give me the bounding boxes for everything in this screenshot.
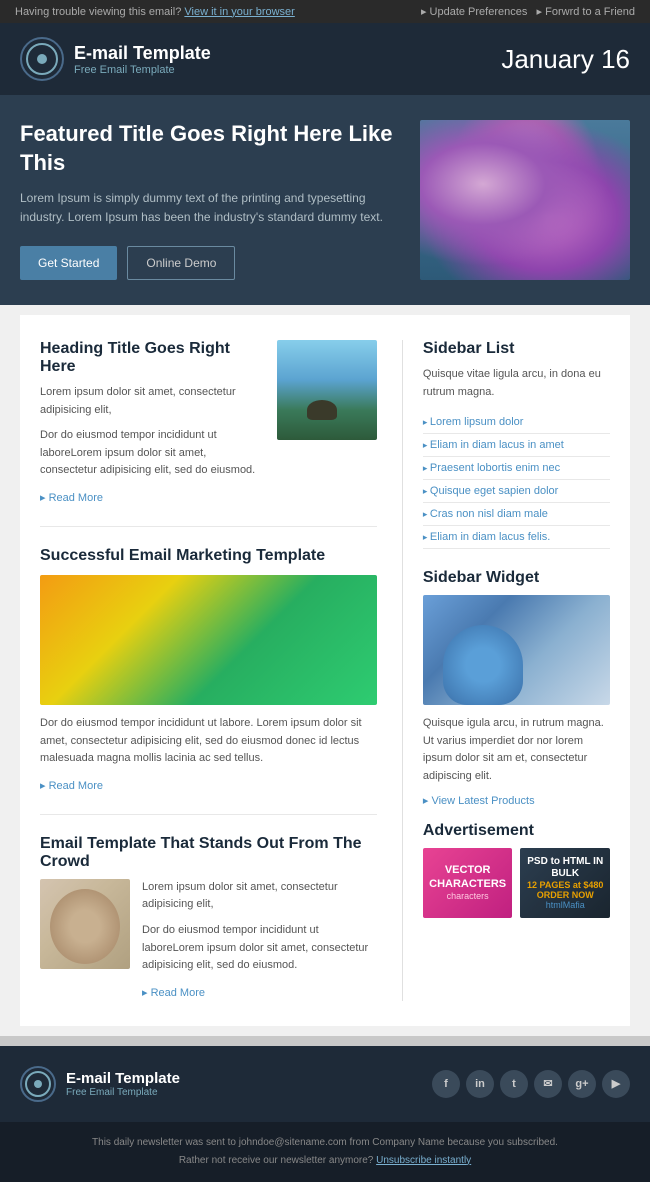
list-item-link-5[interactable]: Cras non nisl diam male [430, 508, 548, 520]
footer-main: E-mail Template Free Email Template f in… [0, 1046, 650, 1122]
spacer-bottom [0, 1026, 650, 1036]
hero-section: Featured Title Goes Right Here Like This… [0, 95, 650, 305]
ad-2-cta: ORDER NOW [537, 890, 594, 900]
social-facebook[interactable]: f [432, 1070, 460, 1098]
unsubscribe-link[interactable]: Unsubscribe instantly [376, 1155, 471, 1166]
article-1-image [277, 340, 377, 440]
footer-newsletter-text: This daily newsletter was sent to johndo… [92, 1137, 558, 1148]
article-1-bird-image [277, 340, 377, 440]
article-3-inner: Lorem ipsum dolor sit amet, consectetur … [40, 879, 377, 1001]
ad-banners: VECTOR CHARACTERS characters PSD to HTML… [423, 848, 610, 918]
two-col-layout: Heading Title Goes Right Here Lorem ipsu… [40, 340, 610, 1001]
trouble-text: Having trouble viewing this email? View … [15, 6, 295, 18]
article-1-title: Heading Title Goes Right Here [40, 340, 262, 376]
list-item: Praesent lobortis enim nec [423, 457, 610, 480]
ad-2-brand: htmlMafia [546, 900, 585, 910]
view-in-browser-link[interactable]: View it in your browser [184, 6, 294, 18]
social-googleplus[interactable]: g+ [568, 1070, 596, 1098]
logo-text: E-mail Template Free Email Template [74, 43, 211, 76]
hero-buttons: Get Started Online Demo [20, 246, 400, 280]
article-2-text: Dor do eiusmod tempor incididunt ut labo… [40, 715, 377, 768]
ad-banner-1[interactable]: VECTOR CHARACTERS characters [423, 848, 513, 918]
top-bar: Having trouble viewing this email? View … [0, 0, 650, 23]
footer-logo-icon [20, 1066, 56, 1102]
hero-text: Lorem Ipsum is simply dummy text of the … [20, 189, 400, 227]
ad-1-title: VECTOR CHARACTERS [428, 864, 508, 890]
article-3-content: Lorem ipsum dolor sit amet, consectetur … [142, 879, 377, 1001]
sidebar-widget-image [423, 595, 610, 705]
article-2-title: Successful Email Marketing Template [40, 547, 377, 565]
article-3-para1: Lorem ipsum dolor sit amet, consectetur … [142, 879, 377, 914]
list-item-link-2[interactable]: Eliam in diam lacus in amet [430, 439, 564, 451]
article-1-content: Heading Title Goes Right Here Lorem ipsu… [40, 340, 262, 506]
header-date: January 16 [501, 44, 630, 75]
get-started-button[interactable]: Get Started [20, 246, 117, 280]
article-3: Email Template That Stands Out From The … [40, 835, 377, 1001]
logo-area: E-mail Template Free Email Template [20, 37, 211, 81]
footer-logo-sub: Free Email Template [66, 1087, 180, 1098]
article-1-para1: Lorem ipsum dolor sit amet, consectetur … [40, 384, 262, 419]
sidebar-list: Lorem lipsum dolor Eliam in diam lacus i… [423, 411, 610, 549]
header: E-mail Template Free Email Template Janu… [0, 23, 650, 95]
footer-unsubscribe-text: Rather not receive our newsletter anymor… [179, 1155, 374, 1166]
article-3-read-more[interactable]: Read More [142, 987, 205, 999]
content-wrapper: Heading Title Goes Right Here Lorem ipsu… [20, 315, 630, 1026]
social-youtube[interactable]: ▶ [602, 1070, 630, 1098]
top-bar-right: Update Preferences Forwrd to a Friend [421, 5, 635, 18]
spacer-top [0, 305, 650, 315]
article-1-read-more[interactable]: Read More [40, 492, 103, 504]
footer-bottom-text: This daily newsletter was sent to johndo… [20, 1134, 630, 1170]
hero-content: Featured Title Goes Right Here Like This… [20, 120, 400, 280]
hero-image [420, 120, 630, 280]
ad-2-detail: 12 PAGES at $480 [527, 880, 603, 890]
list-item-link-4[interactable]: Quisque eget sapien dolor [430, 485, 558, 497]
sidebar: Sidebar List Quisque vitae ligula arcu, … [402, 340, 610, 1001]
footer-logo-name: E-mail Template [66, 1070, 180, 1087]
list-item-link-6[interactable]: Eliam in diam lacus felis. [430, 531, 550, 543]
footer-logo: E-mail Template Free Email Template [20, 1066, 180, 1102]
online-demo-button[interactable]: Online Demo [127, 246, 235, 280]
article-2-read-more[interactable]: Read More [40, 780, 103, 792]
social-icons: f in t ✉ g+ ▶ [432, 1070, 630, 1098]
update-prefs-link[interactable]: Update Preferences [421, 6, 527, 18]
main-content: Heading Title Goes Right Here Lorem ipsu… [0, 315, 650, 1026]
article-3-image [40, 879, 130, 969]
footer-logo-text: E-mail Template Free Email Template [66, 1070, 180, 1098]
article-1-para2: Dor do eiusmod tempor incididunt ut labo… [40, 427, 262, 480]
main-column: Heading Title Goes Right Here Lorem ipsu… [40, 340, 377, 1001]
ad-banner-2[interactable]: PSD to HTML IN BULK 12 PAGES at $480 ORD… [520, 848, 610, 918]
list-item-link-1[interactable]: Lorem lipsum dolor [430, 416, 524, 428]
list-item: Quisque eget sapien dolor [423, 480, 610, 503]
social-twitter[interactable]: t [500, 1070, 528, 1098]
sidebar-widget-link[interactable]: View Latest Products [423, 794, 610, 807]
sidebar-widget-text: Quisque igula arcu, in rutrum magna. Ut … [423, 715, 610, 785]
list-item: Eliam in diam lacus felis. [423, 526, 610, 549]
social-linkedin[interactable]: in [466, 1070, 494, 1098]
article-1: Heading Title Goes Right Here Lorem ipsu… [40, 340, 377, 527]
list-item: Eliam in diam lacus in amet [423, 434, 610, 457]
article-3-para2: Dor do eiusmod tempor incididunt ut labo… [142, 922, 377, 975]
list-item-link-3[interactable]: Praesent lobortis enim nec [430, 462, 560, 474]
article-2: Successful Email Marketing Template Dor … [40, 547, 377, 815]
ad-heading: Advertisement [423, 822, 610, 840]
sidebar-list-heading: Sidebar List [423, 340, 610, 358]
social-email[interactable]: ✉ [534, 1070, 562, 1098]
ad-2-title: PSD to HTML IN BULK [525, 856, 605, 880]
hero-title: Featured Title Goes Right Here Like This [20, 120, 400, 177]
ad-1-sub: characters [447, 891, 489, 901]
article-3-title: Email Template That Stands Out From The … [40, 835, 377, 871]
list-item: Cras non nisl diam male [423, 503, 610, 526]
hero-flowers-image [420, 120, 630, 280]
logo-sub: Free Email Template [74, 64, 211, 76]
sidebar-widget-heading: Sidebar Widget [423, 569, 610, 587]
list-item: Lorem lipsum dolor [423, 411, 610, 434]
forward-link[interactable]: Forwrd to a Friend [537, 6, 635, 18]
logo-icon [20, 37, 64, 81]
footer-bottom: This daily newsletter was sent to johndo… [0, 1122, 650, 1182]
article-2-image [40, 575, 377, 705]
sidebar-list-desc: Quisque vitae ligula arcu, in dona eu ru… [423, 366, 610, 401]
logo-name: E-mail Template [74, 43, 211, 64]
